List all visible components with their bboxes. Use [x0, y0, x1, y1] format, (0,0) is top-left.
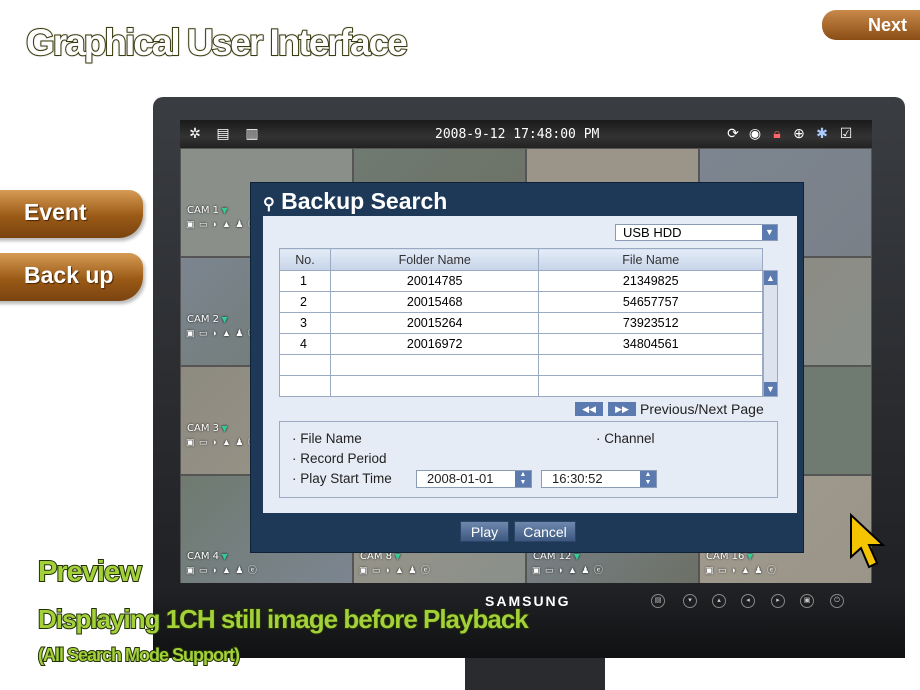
camera-label-text: CAM 3 — [187, 423, 219, 434]
scrollbar[interactable]: ▲ ▼ — [763, 270, 778, 397]
row-file: 54657757 — [538, 291, 763, 313]
device-select-value: USB HDD — [623, 225, 682, 240]
down-hw-button[interactable]: ▾ — [683, 594, 697, 608]
next-button[interactable]: Next — [822, 10, 920, 40]
right-hw-button[interactable]: ▸ — [771, 594, 785, 608]
row-file — [538, 375, 763, 397]
col-no: No. — [279, 248, 331, 271]
file-table: No. Folder Name File Name 1 20014785 21349… — [279, 248, 763, 397]
camera-label-text: CAM 4 — [187, 551, 219, 562]
fan-error-icon: ✲ — [189, 125, 201, 141]
date-stepper-icon[interactable]: ▲ ▼ — [515, 471, 531, 487]
row-no: 4 — [279, 333, 331, 355]
checklist-icon: ☑ — [839, 125, 853, 141]
scroll-up-icon[interactable]: ▲ — [764, 271, 777, 285]
row-folder — [329, 375, 540, 397]
camera-status-icons: ▣ ▭ ◗ ▲ ♟ ⓔ — [186, 437, 258, 447]
camera-status-icons: ▣ ▭ ◗ ▲ ♟ ⓔ — [532, 565, 604, 575]
row-no — [279, 375, 331, 397]
camera-label: CAM 3 ▼ — [187, 423, 228, 434]
table-row[interactable]: 4 20016972 34804561 — [279, 333, 763, 355]
row-no: 1 — [279, 270, 331, 292]
record-period-label: · Record Period — [292, 451, 387, 466]
scroll-down-icon[interactable]: ▼ — [764, 382, 777, 396]
table-header: No. Folder Name File Name — [279, 248, 763, 271]
col-folder: Folder Name — [329, 248, 540, 271]
backup-disc-icon: ◉ — [748, 125, 762, 141]
col-file: File Name — [538, 248, 763, 271]
monitor-stand — [465, 655, 605, 690]
table-row[interactable] — [279, 375, 763, 397]
camera-label: CAM 2 ▼ — [187, 314, 228, 325]
datetime: 2008-9-12 17:48:00 PM — [435, 127, 600, 142]
chevron-down-icon[interactable]: ▼ — [762, 225, 777, 240]
mouse-cursor-icon — [850, 512, 886, 569]
row-file — [538, 354, 763, 376]
source-hw-button[interactable]: ▣ — [800, 594, 814, 608]
next-page-button[interactable]: ▶▶ — [608, 402, 636, 416]
play-button[interactable]: Play — [460, 521, 509, 542]
zoom-icon: ⊕ — [793, 125, 805, 141]
event-button[interactable]: Event — [0, 190, 143, 238]
row-no: 3 — [279, 312, 331, 334]
backup-button[interactable]: Back up — [0, 253, 143, 301]
preview-heading: Preview — [37, 555, 143, 589]
table-row[interactable]: 3 20015264 73923512 — [279, 312, 763, 334]
previous-page-button[interactable]: ◀◀ — [575, 402, 603, 416]
camera-label-text: CAM 2 — [187, 314, 219, 325]
dialog-title: ⚲ Backup Search — [263, 188, 447, 215]
play-start-time-label: · Play Start Time — [292, 471, 392, 486]
device-select[interactable]: USB HDD ▼ — [615, 224, 778, 241]
rec-lock-icon: 🔒︎ — [773, 125, 781, 141]
camera-label: CAM 4 ▼ — [187, 551, 228, 562]
camera-status-icons: ▣ ▭ ◗ ▲ ♟ ⓔ — [186, 328, 258, 338]
camera-label: CAM 1 ▼ — [187, 205, 228, 216]
camera-status-icons: ▣ ▭ ◗ ▲ ♟ ⓔ — [359, 565, 431, 575]
row-file: 34804561 — [538, 333, 763, 355]
row-folder: 20014785 — [329, 270, 540, 292]
date-value: 2008-01-01 — [427, 471, 494, 486]
freeze-icon: ✱ — [816, 125, 828, 141]
ftp-icon: ⟳ — [727, 125, 739, 141]
hdd-full-icon: ▤ — [216, 125, 230, 141]
table-row[interactable] — [279, 354, 763, 376]
cancel-button[interactable]: Cancel — [514, 521, 576, 542]
menu-hw-button[interactable]: ▤ — [651, 594, 665, 608]
left-hw-button[interactable]: ◂ — [741, 594, 755, 608]
file-name-label: · File Name — [292, 431, 362, 446]
camera-label-text: CAM 1 — [187, 205, 219, 216]
row-file: 73923512 — [538, 312, 763, 334]
preview-description: Displaying 1CH still image before Playba… — [37, 603, 530, 635]
row-no: 2 — [279, 291, 331, 313]
row-file: 21349825 — [538, 270, 763, 292]
backup-search-dialog: ⚲ Backup Search USB HDD ▼ No. Folder Name… — [250, 182, 804, 553]
camera-status-icons: ▣ ▭ ◗ ▲ ♟ ⓔ — [186, 219, 258, 229]
time-stepper-icon[interactable]: ▲ ▼ — [640, 471, 656, 487]
info-box: · File Name · Channel · Record Period · … — [279, 421, 778, 498]
status-bar: ✲ ▤ ▥ 2008-9-12 17:48:00 PM ⟳ ◉ 🔒︎ ⊕ ✱ ☑ — [180, 120, 872, 148]
dialog-panel: USB HDD ▼ No. Folder Name File Name 1 2001… — [263, 216, 797, 513]
camera-status-icons: ▣ ▭ ◗ ▲ ♟ ⓔ — [186, 565, 258, 575]
row-folder: 20015468 — [329, 291, 540, 313]
hdd-error-icon: ▥ — [245, 125, 259, 141]
row-folder — [329, 354, 540, 376]
dialog-title-text: Backup Search — [281, 188, 448, 214]
preview-note: (All Search Mode Support) — [37, 644, 241, 666]
up-hw-button[interactable]: ▴ — [712, 594, 726, 608]
row-folder: 20016972 — [329, 333, 540, 355]
channel-label: · Channel — [596, 431, 655, 446]
page-label: Previous/Next Page — [640, 401, 764, 417]
page-title: Graphical User Interface — [25, 21, 409, 64]
camera-status-icons: ▣ ▭ ◗ ▲ ♟ ⓔ — [705, 565, 777, 575]
search-icon: ⚲ — [263, 196, 275, 213]
table-row[interactable]: 1 20014785 21349825 — [279, 270, 763, 292]
table-row[interactable]: 2 20015468 54657757 — [279, 291, 763, 313]
row-folder: 20015264 — [329, 312, 540, 334]
power-button[interactable]: ⏻ — [830, 594, 844, 608]
time-spinner[interactable]: 16:30:52 ▲ ▼ — [541, 470, 657, 488]
row-no — [279, 354, 331, 376]
date-spinner[interactable]: 2008-01-01 ▲ ▼ — [416, 470, 532, 488]
time-value: 16:30:52 — [552, 471, 603, 486]
